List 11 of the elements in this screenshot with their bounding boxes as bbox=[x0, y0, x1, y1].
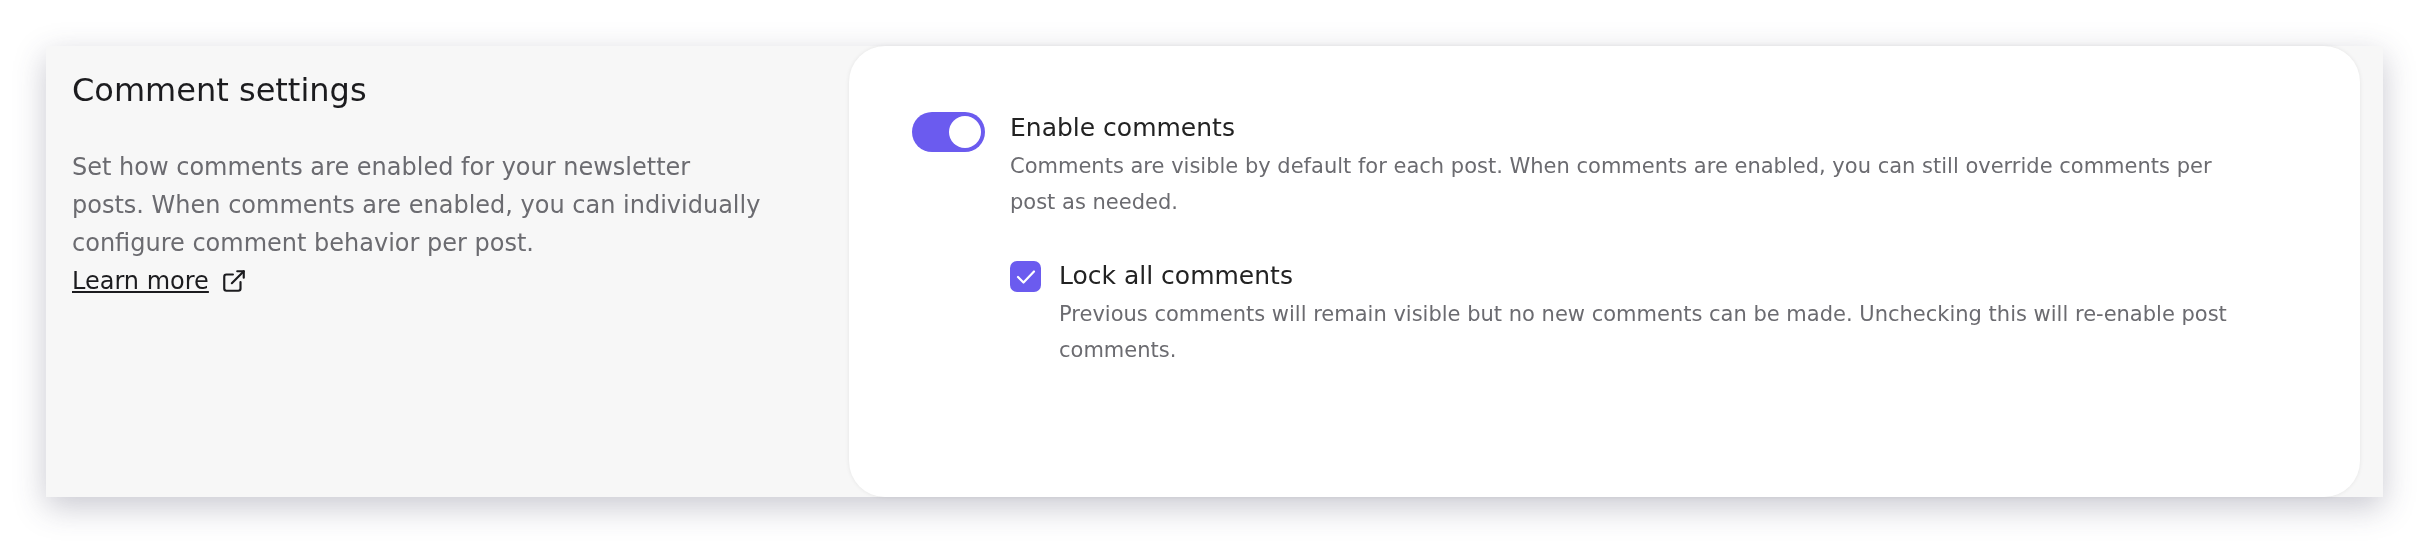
setting-label: Lock all comments bbox=[1059, 260, 1294, 292]
setting-description: Previous comments will remain visible but no new comments can be made. Unchecking this will re-enable post comments. bbox=[1059, 301, 2228, 364]
external-link-icon bbox=[220, 268, 247, 294]
section-description: Set how comments are enabled for your newsletter posts. When comments are enabled, you can individually configure comment behavior per post. bbox=[72, 152, 762, 259]
setting-label: Enable comments bbox=[1010, 112, 1236, 144]
section-title: Comment settings bbox=[72, 70, 368, 111]
check-icon bbox=[1015, 268, 1036, 285]
checkbox[interactable] bbox=[1010, 261, 1041, 292]
setting-description: Comments are visible by default for each post. When comments are enabled, you can still override comments per post as needed. bbox=[1010, 153, 2213, 216]
toggle-switch[interactable] bbox=[912, 112, 985, 152]
learn-more-link[interactable]: Learn more bbox=[72, 262, 247, 300]
